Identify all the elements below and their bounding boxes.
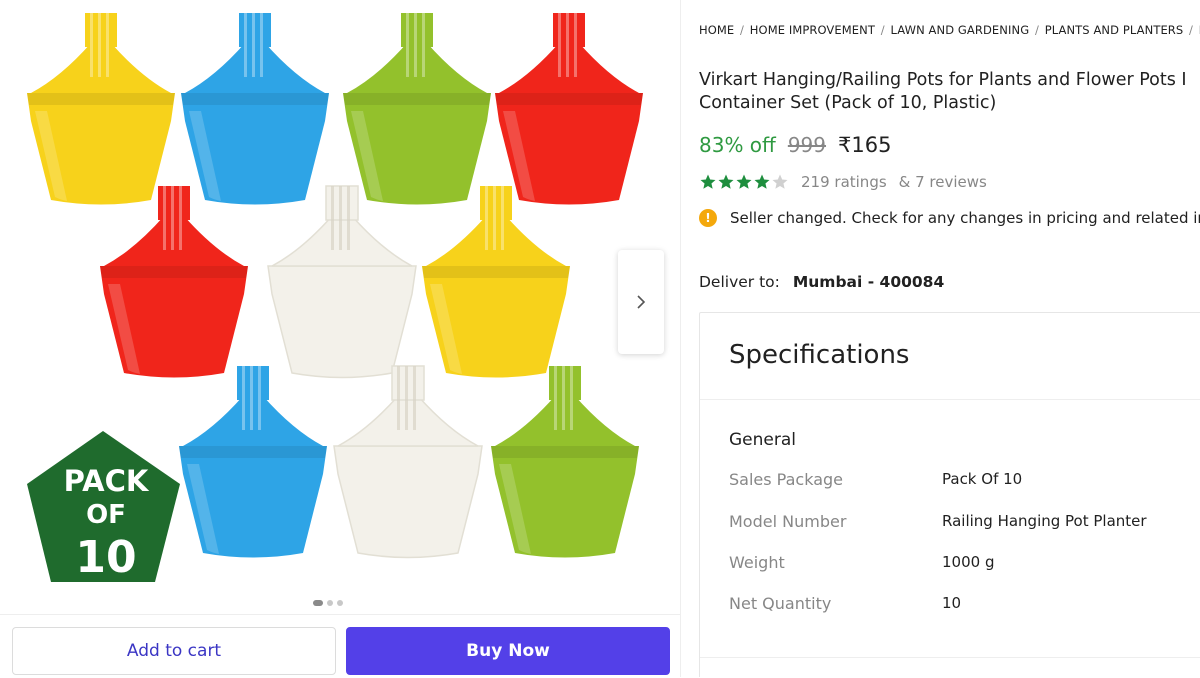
spec-value: Railing Hanging Pot Planter xyxy=(942,512,1147,530)
product-gallery: PACK OF 10 Add to cart Buy Now xyxy=(0,0,681,678)
rating-stars xyxy=(699,173,789,191)
product-title-line-1: Virkart Hanging/Railing Pots for Plants … xyxy=(699,70,1187,90)
deliver-pincode: Mumbai - 400084 xyxy=(792,273,945,291)
original-price: 999 xyxy=(787,133,827,157)
pot-image xyxy=(422,186,570,378)
deliver-label: Deliver to: xyxy=(699,273,780,291)
pot-image xyxy=(333,365,483,559)
delivery-location[interactable]: Deliver to: Mumbai - 400084 xyxy=(699,273,944,291)
carousel-dots xyxy=(313,600,343,606)
spec-group-title: General xyxy=(729,430,796,450)
product-details: HOME / HOME IMPROVEMENT / LAWN AND GARDE… xyxy=(699,0,1200,677)
info-icon: ! xyxy=(699,209,717,227)
badge-line-2: OF xyxy=(86,500,126,530)
carousel-dot[interactable] xyxy=(337,600,343,606)
cta-bar: Add to cart Buy Now xyxy=(0,614,680,678)
pot-image xyxy=(491,366,639,558)
star-icon xyxy=(700,174,716,189)
discount-percent: 83% off xyxy=(699,133,776,157)
buy-now-button[interactable]: Buy Now xyxy=(346,627,670,675)
breadcrumb-lawn-gardening[interactable]: LAWN AND GARDENING xyxy=(890,23,1029,37)
badge-line-1: PACK xyxy=(64,464,150,498)
star-icon xyxy=(718,174,734,189)
star-icon xyxy=(754,174,770,189)
ratings-count: 219 ratings xyxy=(801,173,887,191)
rating-row[interactable]: 219 ratings & 7 reviews xyxy=(699,173,987,191)
breadcrumb-home-improvement[interactable]: HOME IMPROVEMENT xyxy=(750,23,875,37)
breadcrumb-home[interactable]: HOME xyxy=(699,23,734,37)
pot-image xyxy=(179,366,327,558)
specifications-title: Specifications xyxy=(729,340,910,370)
pot-image xyxy=(495,13,643,205)
pot-image xyxy=(343,13,491,205)
pot-image xyxy=(27,13,175,205)
spec-key: Model Number xyxy=(729,512,847,531)
pot-image xyxy=(267,185,417,379)
star-icon xyxy=(736,174,752,189)
pot-image xyxy=(100,186,248,378)
spec-row: Net Quantity 10 xyxy=(729,594,1200,613)
spec-value: 1000 g xyxy=(942,553,995,571)
add-to-cart-button[interactable]: Add to cart xyxy=(12,627,336,675)
spec-value: Pack Of 10 xyxy=(942,470,1023,488)
product-image: PACK OF 10 xyxy=(27,13,643,583)
spec-row: Weight 1000 g xyxy=(729,553,1200,572)
seller-notice-text: Seller changed. Check for any changes in… xyxy=(730,209,1200,227)
badge-line-3: 10 xyxy=(75,532,136,583)
divider xyxy=(700,657,1200,658)
next-image-button[interactable] xyxy=(618,250,664,354)
spec-row: Sales Package Pack Of 10 xyxy=(729,470,1200,489)
specifications-card: Specifications General Sales Package Pac… xyxy=(699,312,1200,677)
chevron-right-icon xyxy=(637,295,646,309)
star-icon xyxy=(772,174,788,189)
carousel-dot[interactable] xyxy=(327,600,333,606)
spec-key: Net Quantity xyxy=(729,594,832,613)
selling-price: ₹165 xyxy=(838,133,892,157)
reviews-count: & 7 reviews xyxy=(898,173,987,191)
spec-value: 10 xyxy=(942,594,962,612)
pot-image xyxy=(181,13,329,205)
spec-key: Weight xyxy=(729,553,785,572)
breadcrumb: HOME / HOME IMPROVEMENT / LAWN AND GARDE… xyxy=(699,23,1200,37)
spec-row: Model Number Railing Hanging Pot Planter xyxy=(729,512,1200,531)
spec-key: Sales Package xyxy=(729,470,843,489)
seller-notice: ! Seller changed. Check for any changes … xyxy=(699,209,1200,227)
divider xyxy=(700,399,1200,400)
product-title-line-2: Container Set (Pack of 10, Plastic) xyxy=(699,93,997,113)
breadcrumb-plants-planters[interactable]: PLANTS AND PLANTERS xyxy=(1045,23,1184,37)
product-title: Virkart Hanging/Railing Pots for Plants … xyxy=(699,69,1200,115)
price-row: 83% off 999 ₹165 xyxy=(699,133,891,157)
carousel-dot[interactable] xyxy=(313,600,323,606)
